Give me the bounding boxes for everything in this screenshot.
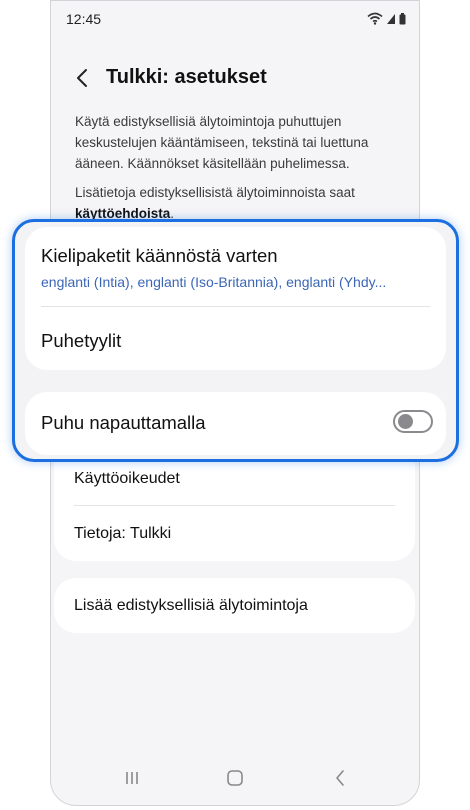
speech-styles-title: Puhetyylit bbox=[41, 330, 122, 351]
language-settings-card: Kielipaketit käännöstä varten englanti (… bbox=[25, 227, 446, 370]
tap-to-speak-card: Puhu napauttamalla bbox=[25, 392, 446, 455]
tap-to-speak-row[interactable]: Puhu napauttamalla bbox=[25, 392, 446, 455]
wifi-icon bbox=[367, 12, 383, 25]
back-nav-button[interactable] bbox=[325, 765, 355, 791]
signal-icon bbox=[387, 13, 395, 24]
recent-apps-button[interactable] bbox=[117, 765, 147, 791]
tap-to-speak-toggle[interactable] bbox=[393, 410, 433, 433]
tap-to-speak-title: Puhu napauttamalla bbox=[41, 412, 206, 433]
speech-styles-row[interactable]: Puhetyylit bbox=[25, 307, 446, 370]
status-time: 12:45 bbox=[66, 11, 102, 27]
battery-icon bbox=[399, 12, 406, 24]
chevron-left-icon bbox=[77, 69, 87, 87]
toggle-knob bbox=[398, 414, 413, 429]
back-arrow-icon bbox=[336, 770, 344, 786]
language-packs-title: Kielipaketit käännöstä varten bbox=[41, 245, 278, 266]
highlight-overlay: Kielipaketit käännöstä varten englanti (… bbox=[12, 219, 459, 462]
permissions-label: Käyttöoikeudet bbox=[74, 470, 180, 487]
header: Tulkki: asetukset bbox=[51, 59, 419, 99]
terms-prefix: Lisätietoja edistyksellisistä älytoiminn… bbox=[75, 185, 355, 200]
more-features-label: Lisää edistyksellisiä älytoimintoja bbox=[74, 597, 308, 614]
back-button[interactable] bbox=[69, 65, 95, 91]
home-icon bbox=[227, 770, 243, 786]
home-button[interactable] bbox=[220, 765, 250, 791]
language-packs-row[interactable]: Kielipaketit käännöstä varten englanti (… bbox=[25, 227, 446, 305]
about-label: Tietoja: Tulkki bbox=[74, 525, 172, 542]
recent-apps-icon bbox=[126, 772, 138, 784]
description-paragraph: Käytä edistyksellisiä älytoimintoja puhu… bbox=[75, 114, 369, 171]
terms-paragraph: Lisätietoja edistyksellisistä älytoiminn… bbox=[75, 182, 397, 224]
status-bar: 12:45 bbox=[51, 1, 419, 37]
language-packs-subtitle: englanti (Intia), englanti (Iso-Britanni… bbox=[41, 274, 387, 290]
about-row[interactable]: Tietoja: Tulkki bbox=[54, 506, 415, 561]
status-icons bbox=[367, 12, 406, 25]
more-features-card[interactable]: Lisää edistyksellisiä älytoimintoja bbox=[54, 578, 415, 633]
page-title: Tulkki: asetukset bbox=[106, 66, 267, 88]
navigation-bar bbox=[51, 749, 419, 805]
